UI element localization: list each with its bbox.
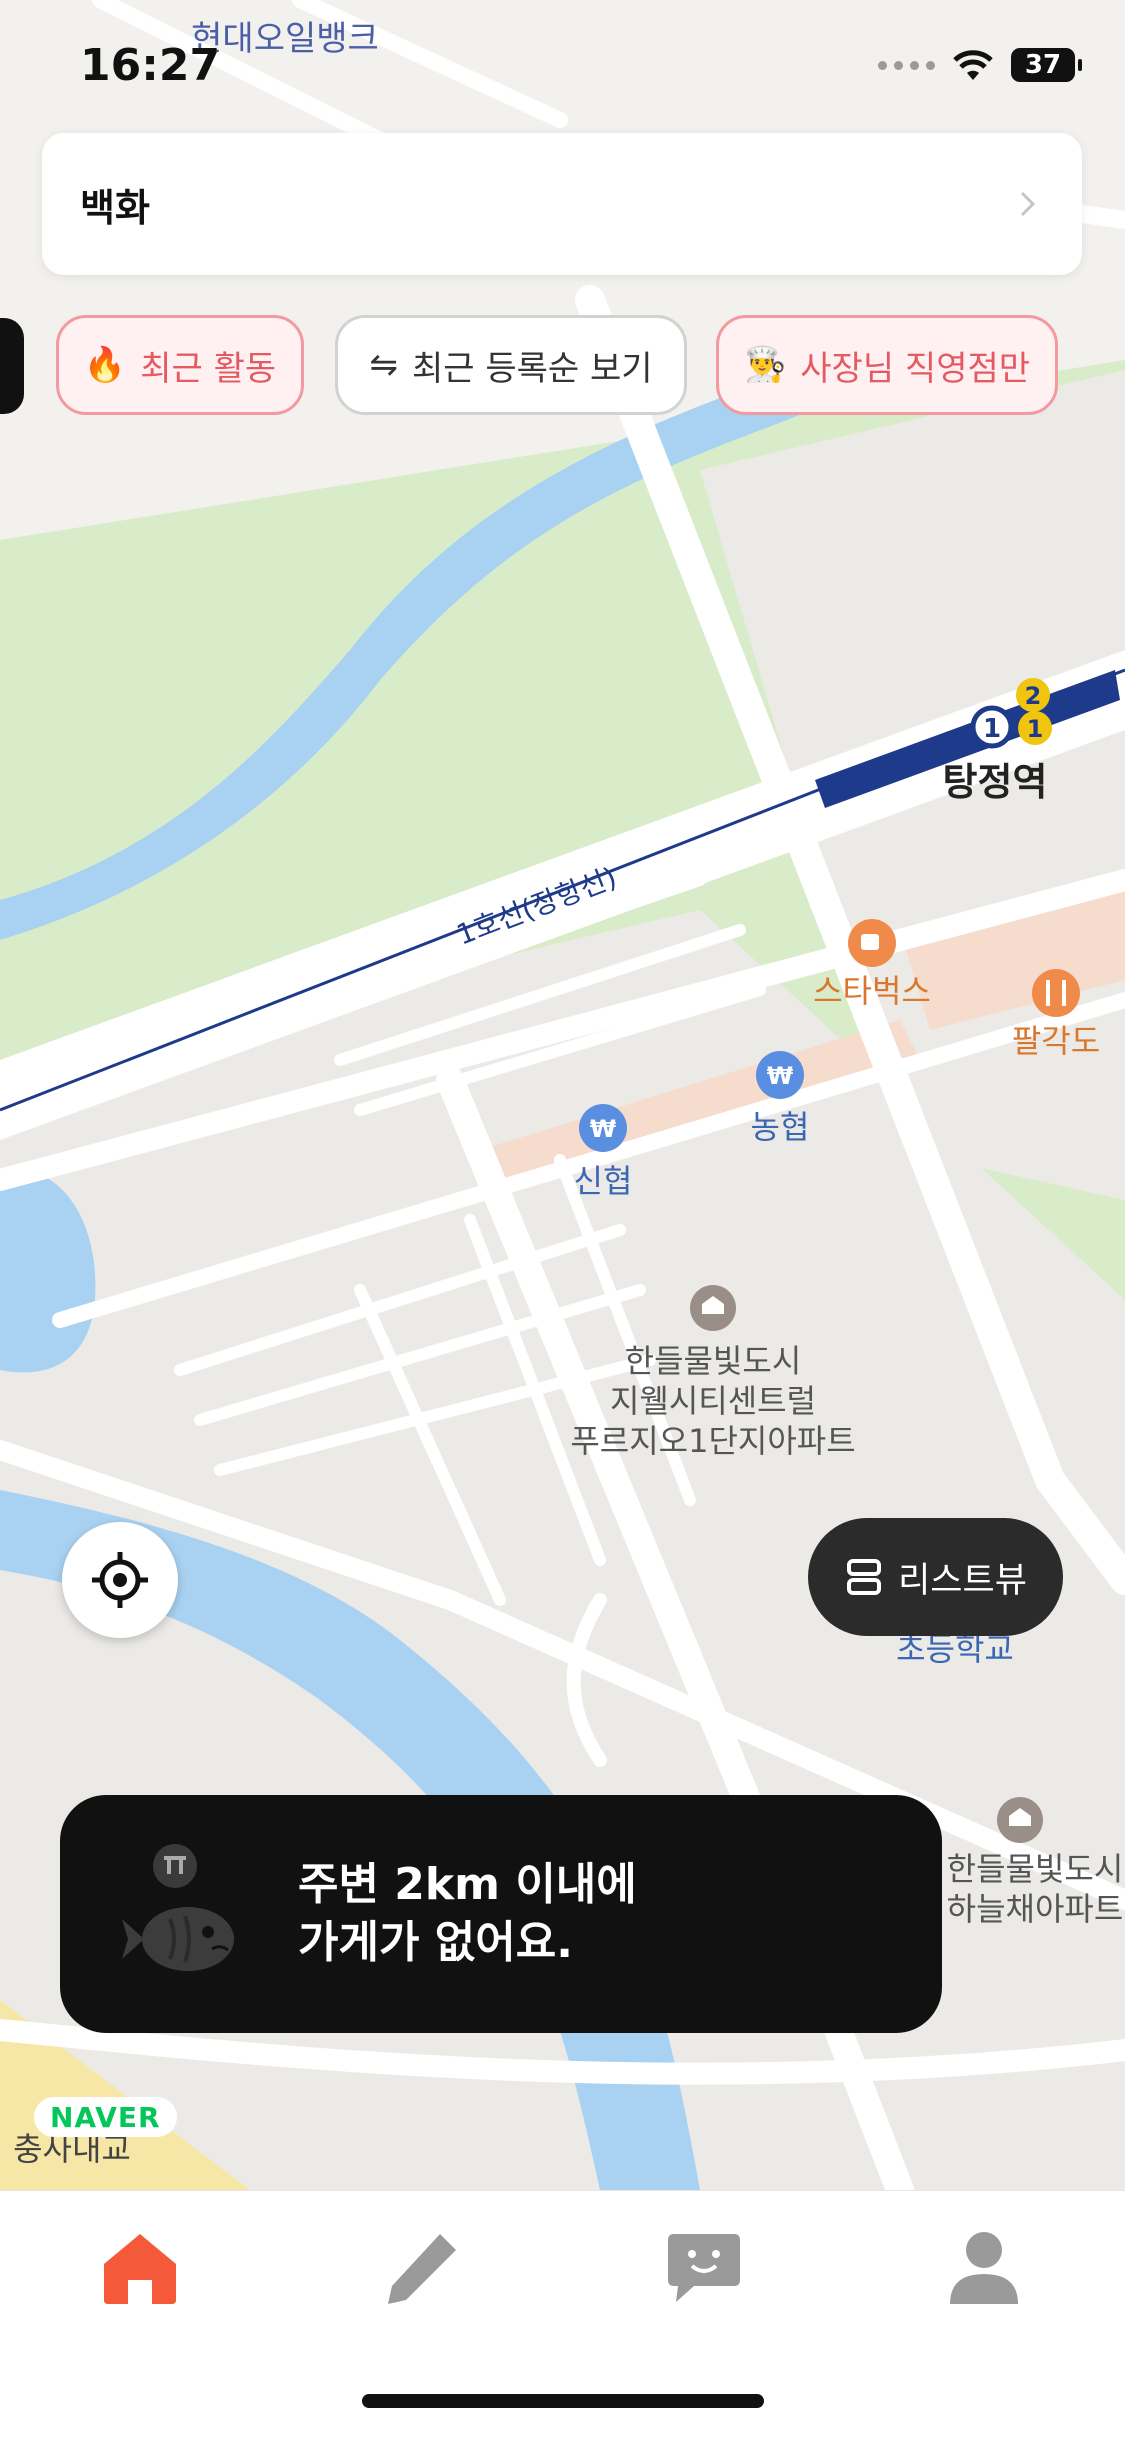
battery-icon: 37	[1011, 48, 1082, 82]
svg-text:팔각도: 팔각도	[1012, 1022, 1100, 1060]
signal-icon	[878, 60, 935, 70]
chip-owner-direct[interactable]: 👨‍🍳 사장님 직영점만	[716, 315, 1058, 415]
station-badge-3: 1	[1018, 711, 1052, 745]
svg-text:지웰시티센트럴: 지웰시티센트럴	[610, 1382, 816, 1420]
svg-text:신협: 신협	[574, 1162, 633, 1200]
chip-sort-recent[interactable]: ⇋ 최근 등록순 보기	[335, 315, 687, 415]
toast-line-2: 가게가 없어요.	[298, 1917, 573, 1968]
toast-line-1: 주변 2km 이내에	[298, 1859, 637, 1910]
svg-text:1: 1	[1027, 715, 1044, 743]
current-location-button[interactable]	[62, 1522, 178, 1638]
list-view-button[interactable]: 리스트뷰	[808, 1518, 1063, 1636]
svg-text:농협: 농협	[751, 1108, 810, 1146]
search-bar[interactable]: 백화	[42, 133, 1082, 275]
swap-icon: ⇋	[369, 345, 398, 385]
station-badge-1: 1	[970, 705, 1014, 749]
chip-label: 최근 등록순 보기	[411, 348, 653, 389]
status-icons: 37	[878, 48, 1082, 82]
no-stores-toast: 주변 2km 이내에 가게가 없어요.	[60, 1795, 942, 2033]
svg-text:₩: ₩	[590, 1115, 617, 1143]
svg-text:2: 2	[1025, 682, 1042, 710]
svg-text:₩: ₩	[767, 1062, 794, 1090]
fire-icon: 🔥	[83, 345, 127, 385]
filter-chips: 🔥 최근 활동 ⇋ 최근 등록순 보기 👨‍🍳 사장님 직영점만	[0, 315, 1125, 417]
tab-profile[interactable]	[914, 2213, 1054, 2323]
svg-text:한들물빛도시: 한들물빛도시	[947, 1850, 1124, 1888]
status-time: 16:27	[80, 40, 221, 91]
svg-text:1: 1	[983, 714, 1001, 744]
svg-text:스타벅스: 스타벅스	[813, 972, 931, 1010]
chip-recent-activity[interactable]: 🔥 최근 활동	[56, 315, 304, 415]
label-station[interactable]: 탕정역	[943, 760, 1048, 804]
list-view-label: 리스트뷰	[898, 1560, 1027, 1601]
sad-fish-bread-icon	[122, 1844, 234, 1971]
pencil-icon	[388, 2234, 456, 2304]
home-indicator	[362, 2394, 764, 2408]
chip-label: 최근 활동	[140, 348, 277, 389]
profile-icon	[950, 2232, 1018, 2304]
svg-text:한들물빛도시: 한들물빛도시	[625, 1342, 802, 1380]
home-icon	[104, 2234, 176, 2304]
chef-icon: 👨‍🍳	[743, 345, 787, 385]
station-badge-2: 2	[1016, 678, 1050, 712]
wifi-icon	[953, 50, 993, 80]
tab-chat[interactable]	[634, 2213, 774, 2323]
tab-write[interactable]	[352, 2213, 492, 2323]
search-query: 백화	[80, 185, 150, 230]
svg-text:하늘채아파트: 하늘채아파트	[947, 1890, 1124, 1928]
list-icon	[847, 1559, 882, 1595]
crosshair-icon	[92, 1552, 148, 1608]
chat-icon	[668, 2234, 740, 2302]
chip-label: 사장님 직영점만	[800, 348, 1031, 389]
tab-home[interactable]	[70, 2213, 210, 2323]
chevron-right-icon	[1020, 191, 1036, 217]
svg-text:푸르지오1단지아파트: 푸르지오1단지아파트	[570, 1422, 855, 1460]
naver-logo: NAVER	[34, 2097, 177, 2137]
